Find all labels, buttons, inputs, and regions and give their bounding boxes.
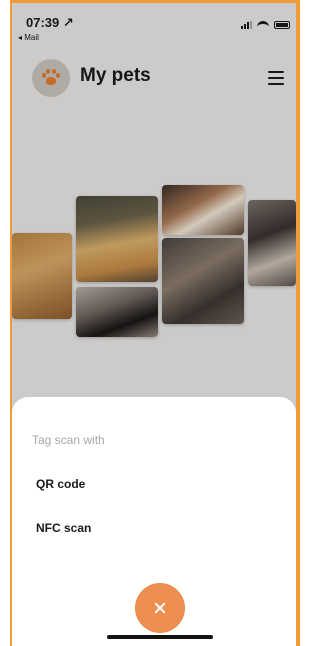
tag-scan-sheet: Tag scan with QR code NFC scan — [12, 397, 296, 646]
close-icon — [153, 601, 167, 615]
frame-right-border — [296, 0, 300, 646]
close-button[interactable] — [135, 583, 185, 633]
home-indicator[interactable] — [107, 635, 213, 639]
qr-code-option[interactable]: QR code — [36, 477, 85, 491]
nfc-scan-option[interactable]: NFC scan — [36, 521, 91, 535]
sheet-title: Tag scan with — [32, 433, 105, 447]
frame-left-border — [0, 0, 12, 646]
app-screen: 07:39 ↗ ◂ Mail My pets Tag scan with QR … — [12, 3, 296, 646]
phone-frame: 07:39 ↗ ◂ Mail My pets Tag scan with QR … — [0, 0, 300, 646]
